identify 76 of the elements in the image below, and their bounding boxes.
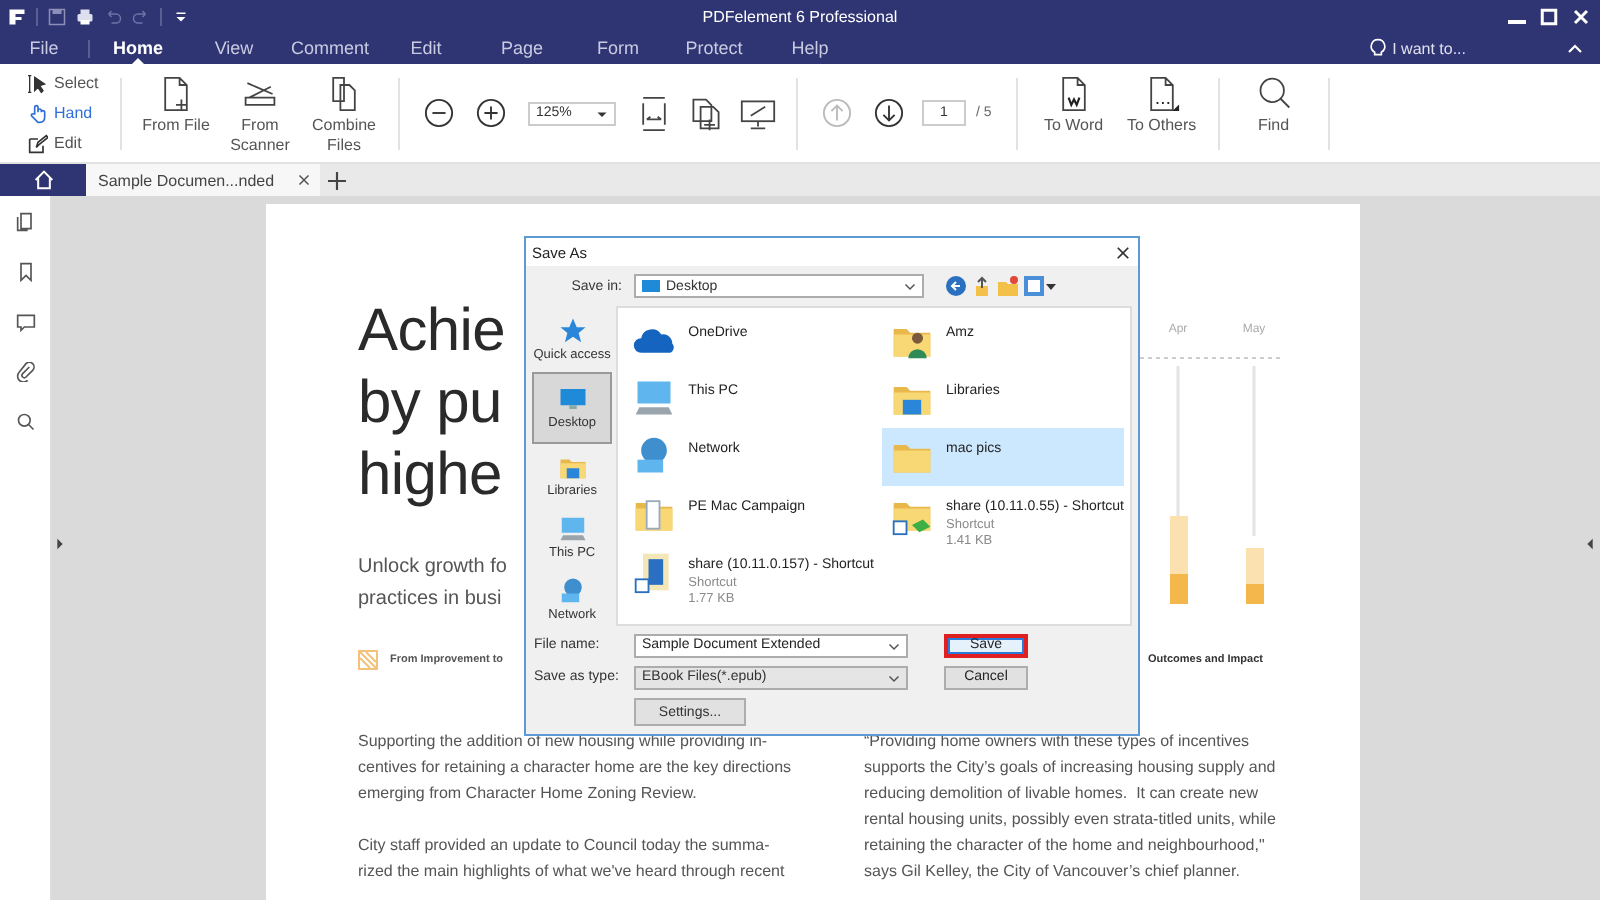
mode-button[interactable]: Select	[28, 70, 108, 96]
ribbon-button[interactable]: From File	[134, 69, 218, 157]
file-plus-icon	[158, 75, 194, 111]
zoom-out-button[interactable]	[420, 95, 456, 131]
close-icon[interactable]	[298, 174, 310, 186]
next-page-button[interactable]	[870, 95, 906, 131]
undo-icon[interactable]	[104, 7, 122, 25]
maximize-icon	[1539, 7, 1557, 25]
mode-button[interactable]: Hand	[28, 100, 108, 126]
save-icon[interactable]	[48, 7, 66, 25]
chevron-down-icon	[904, 280, 916, 292]
monitor-icon	[642, 278, 660, 294]
subtitle: Unlock growth fo practices in busi	[358, 554, 507, 614]
hand-icon	[28, 103, 48, 123]
menu-tab[interactable]: Page	[474, 32, 570, 64]
menu-tab[interactable]: Help	[762, 32, 858, 64]
computer-icon	[632, 376, 677, 420]
menu-tab[interactable]: Form	[570, 32, 666, 64]
menu-tab[interactable]: File	[0, 32, 88, 64]
chevron-down-icon	[888, 671, 900, 683]
home-icon	[33, 170, 53, 190]
page-move-icon[interactable]	[688, 95, 724, 131]
pages-icon[interactable]	[15, 212, 35, 232]
ribbon-button[interactable]: Combine Files	[302, 69, 386, 157]
mode-button[interactable]: Edit	[28, 130, 108, 156]
back-button[interactable]	[946, 276, 966, 296]
monitor-icon	[557, 384, 588, 414]
home-button[interactable]	[0, 164, 86, 196]
customize-caret-icon[interactable]	[172, 7, 190, 25]
bookmark-icon[interactable]	[15, 262, 35, 282]
menu-tab[interactable]: Protect	[666, 32, 762, 64]
menu-tab[interactable]: View	[186, 32, 282, 64]
expand-left-icon[interactable]	[56, 538, 64, 550]
view-menu-button[interactable]	[1024, 276, 1056, 296]
close-icon	[1571, 7, 1589, 25]
computer-icon	[557, 514, 588, 544]
up-folder-button[interactable]	[972, 276, 992, 296]
headline: Achie by pu highe	[358, 296, 506, 512]
ribbon-button[interactable]: To Word	[1029, 69, 1118, 157]
menu-tab[interactable]: Home	[90, 32, 186, 64]
caret-icon	[596, 107, 608, 119]
monitor-icon[interactable]	[740, 95, 776, 131]
paperclip-icon[interactable]	[15, 362, 35, 382]
edit-icon	[28, 133, 48, 153]
menu-tab[interactable]: Edit	[378, 32, 474, 64]
body-paragraph: City staff provided an update to Council today the summa- rized the main highlights of what we've heard through recent	[358, 834, 787, 884]
help-prompt[interactable]: I want to...	[1392, 39, 1466, 57]
menu-tab[interactable]: Comment	[282, 32, 378, 64]
comment-icon[interactable]	[15, 312, 35, 332]
document-tab[interactable]: Sample Documen...nded	[86, 164, 320, 196]
search-icon	[1255, 75, 1292, 111]
close-button[interactable]	[1112, 242, 1132, 262]
cursor-icon	[28, 73, 48, 93]
window-title: PDFelement 6 Professional	[702, 7, 898, 25]
expand-right-icon[interactable]	[1586, 538, 1594, 550]
star-icon	[557, 316, 588, 346]
redo-icon[interactable]	[132, 7, 150, 25]
chevron-down-icon	[888, 639, 900, 651]
search-icon[interactable]	[15, 412, 35, 432]
find-button[interactable]: Find	[1231, 69, 1316, 157]
fit-width-icon[interactable]	[636, 95, 672, 131]
ribbon-button[interactable]: From Scanner	[218, 69, 302, 157]
print-icon[interactable]	[76, 7, 94, 25]
ribbon-button[interactable]: To Others	[1117, 69, 1206, 157]
zoom-in-button[interactable]	[472, 95, 508, 131]
collapse-caret-icon[interactable]	[1566, 39, 1584, 57]
hatched-square-icon	[358, 650, 378, 670]
body-paragraph: Supporting the addition of new housing while providing in- centives for retaining a character home are the key directions emerging from Character Home Zoning Review.	[358, 730, 794, 806]
body-paragraph: “Providing home owners with these types of incentives supports the City’s goals of increasing housing supply and reducing demolition of livable homes. It can create new rental housing units, possibly even strata-titled units, while retaining the character of the home and neighbourhood," says Gil Kelley, the City of Vancouver’s chief planner.	[864, 730, 1278, 884]
close-icon	[1115, 245, 1129, 259]
lightbulb-icon	[1368, 38, 1389, 58]
add-tab-icon[interactable]	[328, 171, 346, 189]
app-logo-icon	[8, 7, 26, 25]
new-folder-button[interactable]	[998, 276, 1018, 296]
minimize-icon	[1507, 20, 1525, 24]
files-icon	[326, 75, 362, 111]
